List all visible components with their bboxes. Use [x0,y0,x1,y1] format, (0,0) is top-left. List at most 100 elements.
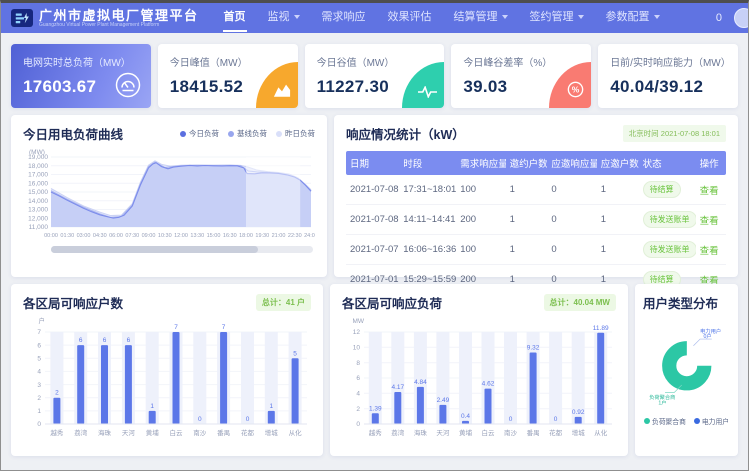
nav-item-parameter-config[interactable]: 参数配置 [595,3,671,33]
top-navbar: 广州市虚拟电厂管理平台 Guangzhou Virtual Power Plan… [1,3,748,33]
svg-text:4: 4 [37,369,41,376]
bar[interactable] [125,345,132,424]
svg-text:18,000: 18,000 [28,163,48,170]
bar[interactable] [101,345,108,424]
svg-text:13:30: 13:30 [190,233,204,239]
bar-value: 0.92 [572,409,585,416]
svg-text:15,000: 15,000 [28,189,48,196]
view-link[interactable]: 查看 [700,216,719,227]
bar-value: 6 [103,337,107,344]
svg-text:18:00: 18:00 [239,233,253,239]
resp-load-total-badge: 总计：40.04 MW [544,294,616,311]
notification-count[interactable]: 0 [716,12,722,24]
svg-text:12: 12 [353,329,361,336]
table-cell: 1 [506,175,548,205]
table-cell: 0 [547,235,596,265]
nav-item-home[interactable]: 首页 [213,3,257,33]
bar-value: 0 [509,416,513,423]
table-cell: 1 [597,235,639,265]
svg-text:14,000: 14,000 [28,198,48,205]
bottom-row: 各区局可响应户数 总计：41 户 户765432102越秀6荔湾6海珠6天河1黄… [1,277,748,456]
bar[interactable] [53,398,60,424]
svg-text:19,000: 19,000 [28,154,48,161]
table-cell: 14:11~14:41 [399,205,456,235]
bar-category: 越秀 [369,428,383,437]
view-link[interactable]: 查看 [700,186,719,197]
view-link[interactable]: 查看 [700,246,719,257]
bar-category: 花都 [549,428,563,437]
bar[interactable] [530,353,537,425]
table-cell: 100 [456,235,505,265]
bar[interactable] [149,411,156,424]
nav-item-monitoring[interactable]: 监视 [257,3,311,33]
bar[interactable] [220,332,227,424]
bar-value: 9.32 [527,345,540,352]
svg-text:MW: MW [352,318,364,325]
col-header-2: 需求响应量 [456,151,505,175]
legend-item[interactable]: 基线负荷 [228,128,267,139]
bar-band [241,332,254,424]
bar[interactable] [485,389,492,424]
bar-value: 0 [198,416,202,423]
legend-dot [644,418,650,424]
app-window: 广州市虚拟电厂管理平台 Guangzhou Virtual Power Plan… [0,0,749,471]
svg-text:01:30: 01:30 [60,233,74,239]
kpi-label: 今日峰谷差率（%） [463,54,579,69]
table-cell: 1 [506,235,548,265]
bar[interactable] [394,392,401,424]
bar-value: 6 [127,337,131,344]
svg-text:21:00: 21:00 [272,233,286,239]
bar[interactable] [417,387,424,424]
table-cell: 17:31~18:01 [399,175,456,205]
bar-category: 增城 [572,428,586,437]
nav-item-contract-mgmt[interactable]: 签约管理 [519,3,595,33]
kpi-value: 40.04/39.12 [610,77,726,97]
bar[interactable] [268,411,275,424]
bar-category: 海珠 [98,428,112,437]
bar[interactable] [173,332,180,424]
nav-item-settlement-mgmt[interactable]: 结算管理 [443,3,519,33]
svg-text:1: 1 [37,408,41,415]
legend-item[interactable]: 负荷聚合商 [644,416,686,426]
bar[interactable] [439,405,446,424]
bar[interactable] [597,333,604,424]
pie-slice[interactable] [669,348,704,383]
kpi-card-grid-realtime-load: 电网实时总负荷（MW）17603.67 [11,44,151,108]
svg-text:13,000: 13,000 [28,207,48,214]
bar[interactable] [77,345,84,424]
chart-zoom-slider[interactable] [51,246,313,253]
chart-zoom-slider-handle[interactable] [51,246,258,253]
table-row: 2021-07-0817:31~18:01100101待结算查看 [346,175,726,205]
bar-category: 从化 [594,428,608,437]
svg-text:2: 2 [356,406,360,413]
user-type-legend: 负荷聚合商电力用户 [643,416,730,426]
bar-value: 4.17 [391,384,404,391]
user-avatar[interactable] [734,8,749,28]
kpi-card-response-capacity: 日前/实时响应能力（MW）40.04/39.12 [598,44,738,108]
bar[interactable] [292,358,299,424]
bar-category: 增城 [265,428,279,437]
col-header-6: 状态 [639,151,696,175]
bar[interactable] [372,413,379,424]
legend-dot [276,131,282,137]
col-header-1: 时段 [399,151,456,175]
load-curve-chart: (MW)19,00018,00017,00016,00015,00014,000… [23,147,315,243]
app-title: 广州市虚拟电厂管理平台 [39,9,199,22]
bar-value: 1.39 [369,405,382,412]
nav-item-demand-response[interactable]: 需求响应 [311,3,377,33]
legend-item[interactable]: 电力用户 [694,416,729,426]
legend-item[interactable]: 今日负荷 [180,128,219,139]
table-cell: 1 [597,205,639,235]
bar[interactable] [575,417,582,424]
nav-menu: 首页监视需求响应效果评估结算管理签约管理参数配置 [213,3,671,33]
table-cell: 2021-07-07 [346,235,399,265]
legend-item[interactable]: 昨日负荷 [276,128,315,139]
svg-text:17,000: 17,000 [28,172,48,179]
beijing-time-badge: 北京时间 2021-07-08 18:01 [623,125,726,142]
svg-text:3: 3 [37,382,41,389]
nav-item-effect-evaluation[interactable]: 效果评估 [377,3,443,33]
svg-text:6: 6 [37,342,41,349]
user-type-panel: 用户类型分布 电力用户0户负荷聚合商1户 负荷聚合商电力用户 [635,284,738,456]
bar-value: 7 [174,324,178,331]
load-curve-legend: 今日负荷基线负荷昨日负荷 [180,128,315,139]
